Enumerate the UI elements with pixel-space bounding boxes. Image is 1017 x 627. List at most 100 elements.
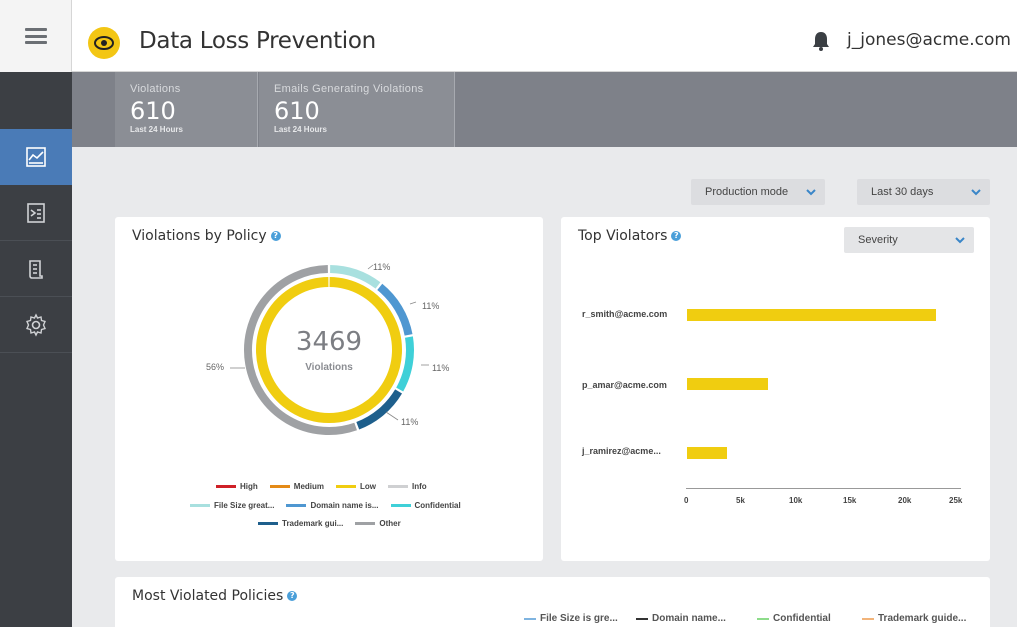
pct-label: 56%: [206, 362, 225, 372]
axis-tick: 20k: [898, 496, 912, 505]
bell-icon[interactable]: [811, 30, 831, 52]
legend-swatch: [862, 617, 874, 620]
violator-bar[interactable]: [687, 447, 727, 459]
legend-label: Low: [360, 482, 377, 491]
sidebar: [0, 72, 72, 627]
help-icon[interactable]: ?: [671, 231, 682, 241]
axis-tick: 5k: [736, 496, 745, 505]
menu-button[interactable]: [0, 0, 72, 72]
legend-item[interactable]: Trademark gui...: [258, 519, 343, 528]
legend-swatch: [269, 485, 290, 488]
stat-period: Last 24 Hours: [274, 125, 327, 134]
legend-label: Medium: [293, 482, 325, 491]
leader-line: [409, 301, 417, 305]
severity-dropdown[interactable]: Severity: [844, 227, 974, 253]
legend-item[interactable]: Other: [355, 519, 401, 528]
stat-label: Emails Generating Violations: [274, 83, 424, 95]
card-title: Top Violators ?: [578, 228, 682, 244]
legend-label: Trademark guide...: [878, 613, 967, 624]
violator-bar[interactable]: [687, 378, 768, 390]
legend-swatch: [336, 485, 357, 488]
help-icon[interactable]: ?: [287, 591, 298, 601]
legend-swatch: [216, 485, 236, 488]
card-title: Most Violated Policies ?: [132, 588, 298, 604]
legend-swatch: [286, 504, 307, 507]
sidebar-item-dashboard[interactable]: [0, 129, 72, 185]
legend-swatch: [355, 522, 376, 525]
legend-swatch: [388, 485, 409, 488]
leader-line: [385, 411, 399, 421]
stat-value: 610: [130, 97, 176, 125]
legend-label: Info: [412, 482, 427, 491]
stats-band: Violations 610 Last 24 Hours Emails Gene…: [72, 72, 1017, 147]
legend-label: File Size great...: [214, 501, 275, 510]
mode-dropdown[interactable]: Production mode: [691, 179, 825, 205]
legend-label: Other: [379, 519, 401, 528]
legend-label: Trademark gui...: [282, 519, 344, 528]
donut-total-label: Violations: [305, 362, 353, 373]
legend-label: Confidential: [773, 613, 831, 624]
legend-swatch: [757, 617, 769, 620]
legend-label: File Size is gre...: [540, 613, 618, 624]
x-axis: [686, 488, 961, 489]
mode-value: Production mode: [705, 186, 789, 198]
legend-label: Confidential: [414, 501, 461, 510]
chevron-down-icon: [806, 189, 816, 196]
stat-emails[interactable]: Emails Generating Violations 610 Last 24…: [259, 72, 455, 147]
legend-swatch: [390, 504, 411, 507]
severity-value: Severity: [858, 234, 898, 246]
dashboard-icon: [26, 147, 46, 167]
legend-swatch: [636, 617, 648, 620]
legend-item[interactable]: Low: [336, 482, 376, 491]
legend-item[interactable]: Confidential: [390, 501, 461, 510]
legend-label: High: [240, 482, 258, 491]
hamburger-icon: [24, 28, 47, 44]
stat-period: Last 24 Hours: [130, 125, 183, 134]
user-email: j_jones@acme.com: [847, 30, 1011, 50]
legend-item[interactable]: Confidential: [757, 613, 831, 624]
stat-violations[interactable]: Violations 610 Last 24 Hours: [115, 72, 258, 147]
legend-item[interactable]: File Size great...: [190, 501, 274, 510]
legend-swatch: [524, 617, 536, 620]
card-title-text: Top Violators: [578, 228, 668, 244]
legend-item[interactable]: Domain name...: [636, 613, 726, 624]
donut-total: 3469: [295, 327, 363, 357]
axis-tick: 15k: [843, 496, 857, 505]
app-header: Data Loss Prevention j_jones@acme.com: [0, 0, 1017, 72]
pct-label: 11%: [432, 363, 450, 373]
legend-label: Domain name is...: [310, 501, 379, 510]
scroll-icon: [29, 259, 43, 279]
range-dropdown[interactable]: Last 30 days: [857, 179, 990, 205]
violator-label[interactable]: r_smith@acme.com: [582, 309, 667, 319]
range-value: Last 30 days: [871, 186, 934, 198]
legend-item[interactable]: Medium: [269, 482, 325, 491]
sidebar-item-reports[interactable]: [0, 185, 72, 241]
axis-tick: 25k: [949, 496, 963, 505]
violator-label[interactable]: p_amar@acme.com: [582, 380, 667, 390]
user-menu[interactable]: j_jones@acme.com: [847, 30, 1017, 50]
policy-legend: Trademark gui... Other: [258, 519, 401, 528]
sidebar-item-policies[interactable]: [0, 241, 72, 297]
legend-item[interactable]: File Size is gre...: [524, 613, 618, 624]
stat-value: 610: [274, 97, 320, 125]
legend-label: Domain name...: [652, 613, 726, 624]
axis-tick: 10k: [789, 496, 803, 505]
legend-item[interactable]: Trademark guide...: [862, 613, 966, 624]
pct-label: 11%: [422, 301, 440, 311]
legend-item[interactable]: Info: [388, 482, 427, 491]
sidebar-item-settings[interactable]: [0, 297, 72, 353]
axis-tick: 0: [684, 496, 689, 505]
violator-bar[interactable]: [687, 309, 936, 321]
chevron-down-icon: [971, 189, 981, 196]
legend-swatch: [258, 522, 278, 525]
chevron-down-icon: [955, 237, 965, 244]
pct-label: 11%: [373, 262, 391, 272]
legend-item[interactable]: Domain name is...: [286, 501, 379, 510]
legend-item[interactable]: High: [216, 482, 258, 491]
card-title-text: Most Violated Policies: [132, 588, 284, 604]
policy-legend: File Size great... Domain name is... Con…: [190, 501, 461, 510]
app-logo: [88, 27, 120, 59]
violator-label[interactable]: j_ramirez@acme...: [582, 446, 661, 456]
severity-legend: High Medium Low Info: [216, 482, 427, 491]
gear-icon: [26, 312, 46, 337]
